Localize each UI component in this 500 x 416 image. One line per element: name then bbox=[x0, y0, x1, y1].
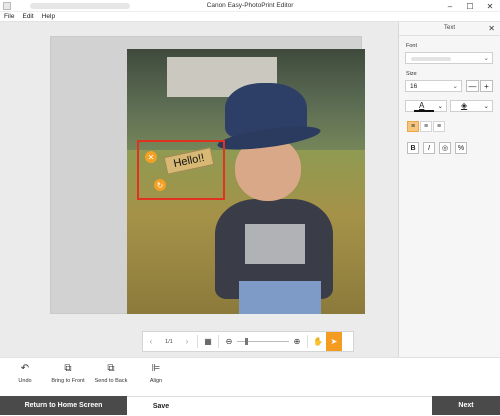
photo-pants bbox=[239, 281, 321, 314]
font-color-picker[interactable]: A ⌄ bbox=[405, 100, 447, 112]
text-item-selection[interactable]: Hello!! ✕ ↻ bbox=[137, 140, 225, 200]
text-item-label[interactable]: Hello!! bbox=[163, 147, 215, 175]
photo-shirt-print bbox=[245, 224, 305, 264]
menu-file[interactable]: File bbox=[0, 12, 18, 21]
minimize-icon[interactable]: – bbox=[440, 0, 460, 12]
footer-bar: Return to Home Screen Save Next bbox=[0, 396, 500, 415]
chevron-down-icon: ⌄ bbox=[452, 83, 458, 90]
align-button[interactable]: ⊫ Align bbox=[131, 362, 181, 384]
panel-header: Text ✕ bbox=[399, 22, 500, 36]
align-icon: ⊫ bbox=[151, 363, 161, 374]
delete-handle-icon[interactable]: ✕ bbox=[145, 151, 157, 163]
return-home-button[interactable]: Return to Home Screen bbox=[0, 396, 127, 415]
panel-title: Text bbox=[443, 25, 455, 31]
size-label: Size bbox=[406, 71, 417, 77]
background-color-picker[interactable]: ◈ ⌄ bbox=[450, 100, 493, 112]
send-to-back-icon: ⧉ bbox=[107, 363, 115, 374]
text-panel: Text ✕ Font ⌄ Size 16 ⌄ — + A ⌄ ◈ ⌄ ≡ ≡ … bbox=[398, 22, 500, 357]
font-color-swatch bbox=[414, 110, 434, 112]
menu-bar: File Edit Help bbox=[0, 12, 500, 22]
divider bbox=[197, 335, 198, 348]
close-icon[interactable]: ✕ bbox=[480, 0, 500, 12]
divider bbox=[307, 335, 308, 348]
hand-tool-icon[interactable]: ✋ bbox=[310, 332, 326, 351]
menu-edit[interactable]: Edit bbox=[18, 12, 37, 21]
view-toolbar: ‹ 1/1 › ▦ ⊖ ⊕ ✋ ➤ bbox=[142, 331, 354, 352]
prev-page-icon[interactable]: ‹ bbox=[143, 332, 159, 351]
font-color-icon: A bbox=[419, 101, 425, 110]
align-right-icon[interactable]: ≡ bbox=[433, 121, 445, 132]
bold-button[interactable]: B bbox=[407, 142, 419, 154]
window-title: Canon Easy-PhotoPrint Editor bbox=[206, 2, 294, 9]
font-dropdown[interactable]: ⌄ bbox=[405, 52, 493, 64]
send-to-back-label: Send to Back bbox=[94, 378, 128, 384]
chevron-down-icon: ⌄ bbox=[483, 103, 489, 110]
footer-spacer bbox=[195, 396, 432, 415]
italic-button[interactable]: I bbox=[423, 142, 435, 154]
outline-button[interactable]: ◎ bbox=[439, 142, 451, 154]
chevron-down-icon: ⌄ bbox=[437, 103, 443, 110]
panel-close-icon[interactable]: ✕ bbox=[488, 24, 495, 33]
font-value bbox=[411, 57, 451, 61]
action-toolbar: ↶ Undo ⧉ Bring to Front ⧉ Send to Back ⊫… bbox=[0, 357, 500, 396]
size-value: 16 bbox=[410, 83, 418, 90]
zoom-slider[interactable] bbox=[237, 332, 289, 351]
select-tool-icon[interactable]: ➤ bbox=[326, 332, 342, 351]
title-bar: Canon Easy-PhotoPrint Editor – ☐ ✕ bbox=[0, 0, 500, 12]
size-dropdown[interactable]: 16 ⌄ bbox=[405, 80, 462, 92]
chevron-down-icon: ⌄ bbox=[483, 55, 489, 62]
align-label: Align bbox=[149, 378, 163, 384]
size-increase-button[interactable]: + bbox=[480, 80, 493, 92]
next-page-icon[interactable]: › bbox=[179, 332, 195, 351]
align-center-icon[interactable]: ≡ bbox=[420, 121, 432, 132]
font-label: Font bbox=[406, 43, 418, 49]
send-to-back-button[interactable]: ⧉ Send to Back bbox=[86, 362, 136, 384]
menu-help[interactable]: Help bbox=[38, 12, 59, 21]
zoom-slider-thumb[interactable] bbox=[245, 338, 248, 345]
rotate-handle-icon[interactable]: ↻ bbox=[154, 179, 166, 191]
size-decrease-button[interactable]: — bbox=[466, 80, 479, 92]
fill-bucket-icon: ◈ bbox=[461, 101, 468, 110]
zoom-in-icon[interactable]: ⊕ bbox=[289, 332, 305, 351]
divider bbox=[218, 335, 219, 348]
align-left-icon[interactable]: ≡ bbox=[407, 121, 419, 132]
zoom-out-icon[interactable]: ⊖ bbox=[221, 332, 237, 351]
maximize-icon[interactable]: ☐ bbox=[460, 0, 480, 12]
page-indicator: 1/1 bbox=[165, 338, 173, 345]
grid-view-icon[interactable]: ▦ bbox=[200, 332, 216, 351]
text-effect-button[interactable]: % bbox=[455, 142, 467, 154]
save-button[interactable]: Save bbox=[127, 396, 195, 415]
next-button[interactable]: Next bbox=[432, 396, 500, 415]
